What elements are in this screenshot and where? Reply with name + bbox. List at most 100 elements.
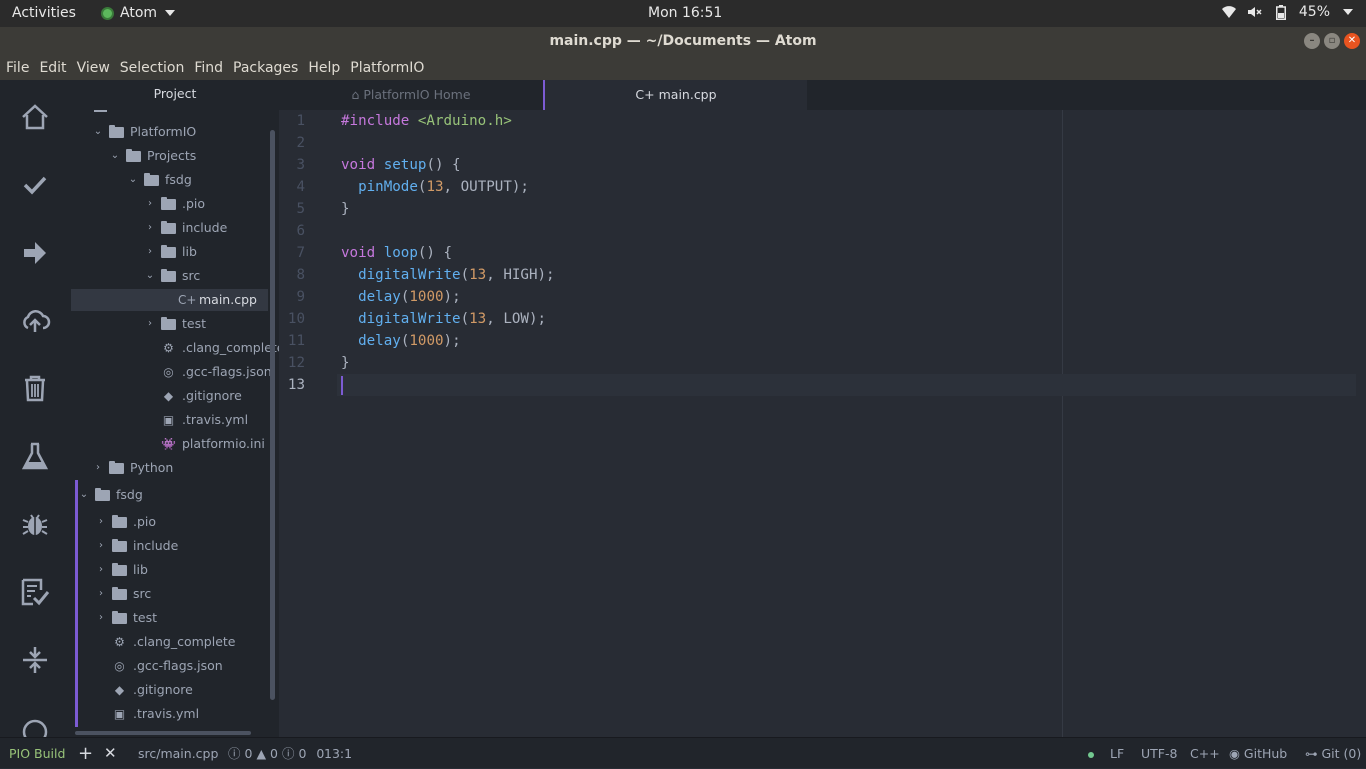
encoding[interactable]: UTF-8 — [1141, 738, 1177, 769]
tree-folder-lib[interactable]: › lib — [145, 241, 197, 263]
folder-icon — [112, 610, 127, 624]
upload-arrow-icon[interactable] — [19, 237, 51, 269]
line-number: 7 — [296, 245, 305, 261]
tree-folder-platformio[interactable]: ⌄ PlatformIO — [93, 121, 196, 143]
menu-file[interactable]: File — [6, 60, 29, 76]
trash-icon[interactable] — [19, 372, 51, 404]
tree-file-travis[interactable]: ▣ .travis.yml — [161, 409, 248, 431]
tree-root-gcc-flags[interactable]: ◎ .gcc-flags.json — [112, 655, 222, 677]
tree-root-test[interactable]: › test — [96, 607, 157, 629]
code-line: pinMode(13, OUTPUT); — [358, 179, 529, 195]
menu-find[interactable]: Find — [194, 60, 223, 76]
app-menu-label: Atom — [120, 5, 158, 21]
menu-platformio[interactable]: PlatformIO — [350, 60, 424, 76]
tree-folder-src[interactable]: ⌄ src — [145, 265, 200, 287]
menu-help[interactable]: Help — [308, 60, 340, 76]
serial-monitor-icon[interactable] — [19, 644, 51, 676]
menu-selection[interactable]: Selection — [120, 60, 185, 76]
power-menu-caret-icon — [1340, 4, 1356, 20]
tree-file-platformio-ini[interactable]: 👾 platformio.ini — [161, 433, 265, 455]
app-menu[interactable]: Atom — [101, 5, 176, 21]
menu-edit[interactable]: Edit — [39, 60, 66, 76]
folder-icon — [161, 244, 176, 258]
tab-platformio-home[interactable]: ⌂ PlatformIO Home — [279, 80, 543, 110]
plus-icon[interactable]: + — [78, 738, 93, 769]
tree-root-fsdg[interactable]: ⌄ fsdg — [79, 484, 143, 506]
system-tray[interactable]: 45% — [1221, 4, 1356, 20]
tab-label: PlatformIO Home — [363, 87, 471, 102]
github-button[interactable]: ◉ GitHub — [1229, 738, 1287, 769]
line-number: 4 — [296, 179, 305, 195]
tree-item-label: .gitignore — [133, 682, 193, 697]
clock[interactable]: Mon 16:51 — [648, 5, 722, 21]
tree-item-label: test — [133, 610, 158, 625]
tree-file-gitignore[interactable]: ◆ .gitignore — [161, 385, 242, 407]
test-flask-icon[interactable] — [19, 440, 51, 472]
tree-folder-projects[interactable]: ⌄ Projects — [110, 145, 196, 167]
tree-file-main-cpp[interactable]: C+ main.cpp — [71, 289, 268, 311]
gear-icon: ⚙ — [163, 341, 174, 355]
tree-item-label: .travis.yml — [182, 412, 249, 427]
build-check-icon[interactable] — [19, 169, 51, 201]
tree-root-clang-complete[interactable]: ⚙ .clang_complete — [112, 631, 235, 653]
tree-file-clang-complete[interactable]: ⚙ .clang_complete — [161, 337, 279, 359]
tree-folder-include[interactable]: › include — [145, 217, 227, 239]
code-line: delay(1000); — [358, 333, 461, 349]
tree-root-gitignore[interactable]: ◆ .gitignore — [112, 679, 193, 701]
tree-root-src[interactable]: › src — [96, 583, 151, 605]
warning-count: 0 — [270, 746, 278, 761]
folder-icon — [109, 124, 124, 138]
cursor-line-highlight — [337, 374, 1356, 396]
tree-item-label: fsdg — [116, 487, 143, 502]
tree-file-gcc-flags[interactable]: ◎ .gcc-flags.json — [161, 361, 271, 383]
tree-root-travis[interactable]: ▣ .travis.yml — [112, 703, 199, 725]
tree-item-label: .gitignore — [182, 388, 242, 403]
tree-item-label: platformio.ini — [182, 436, 265, 451]
tree-horizontal-scrollbar[interactable] — [75, 731, 251, 735]
tree-folder-test[interactable]: › test — [145, 313, 206, 335]
tab-main-cpp[interactable]: C+ main.cpp — [543, 80, 807, 110]
menu-packages[interactable]: Packages — [233, 60, 298, 76]
pio-build-button[interactable]: PIO Build — [9, 738, 65, 769]
line-number: 10 — [287, 311, 305, 327]
file-path[interactable]: src/main.cpp — [138, 738, 218, 769]
tree-view[interactable]: Project ⌄ PlatformIO ⌄ Projects ⌄ fsdg › .pi… — [71, 80, 279, 737]
menu-view[interactable]: View — [77, 60, 110, 76]
debug-bug-icon[interactable] — [19, 508, 51, 540]
grammar[interactable]: C++ — [1190, 738, 1220, 769]
tree-vertical-scrollbar[interactable] — [270, 130, 275, 700]
close-icon[interactable]: ✕ — [104, 738, 117, 769]
activities-button[interactable]: Activities — [12, 5, 76, 21]
code-line: void setup() { — [341, 157, 461, 173]
line-ending[interactable]: LF — [1110, 738, 1124, 769]
cloud-upload-icon[interactable] — [19, 304, 51, 336]
minimize-icon[interactable]: – — [1304, 33, 1320, 49]
home-icon[interactable] — [19, 101, 51, 133]
tree-item-label: src — [133, 586, 152, 601]
tree-folder-fsdg[interactable]: ⌄ fsdg — [128, 169, 192, 191]
extra-tool-icon[interactable] — [19, 712, 51, 737]
window-title-bar[interactable]: main.cpp — ~/Documents — Atom – ▫ ✕ — [0, 27, 1366, 56]
folder-icon — [161, 196, 176, 210]
tree-folder-python[interactable]: › Python — [93, 457, 173, 479]
diagnostics[interactable]: ⓘ 0 ▲ 0 ⓘ 0 0 — [228, 738, 324, 769]
tab-label: main.cpp — [658, 87, 717, 102]
tree-root-include[interactable]: › include — [96, 535, 178, 557]
line-number: 8 — [296, 267, 305, 283]
maximize-icon[interactable]: ▫ — [1324, 33, 1340, 49]
chevron-right-icon: › — [96, 462, 100, 473]
git-button[interactable]: ⊶ Git (0) — [1305, 738, 1361, 769]
tasks-checklist-icon[interactable] — [19, 576, 51, 608]
wrap-guide — [1062, 110, 1063, 737]
chevron-right-icon: › — [148, 246, 152, 257]
tree-folder-pio[interactable]: › .pio — [145, 193, 205, 215]
tree-root-pio[interactable]: › .pio — [96, 511, 156, 533]
github-label: GitHub — [1243, 746, 1288, 761]
tree-item-label: Projects — [147, 148, 197, 163]
tree-root-lib[interactable]: › lib — [96, 559, 148, 581]
cursor-position[interactable]: 13:1 — [324, 738, 352, 769]
line-number: 13 — [287, 377, 305, 393]
code-line: } — [341, 355, 350, 371]
code-editor[interactable]: 1 2 3 4 5 6 7 8 9 10 11 12 13 #include <… — [279, 110, 1366, 737]
close-icon[interactable]: ✕ — [1344, 33, 1360, 49]
